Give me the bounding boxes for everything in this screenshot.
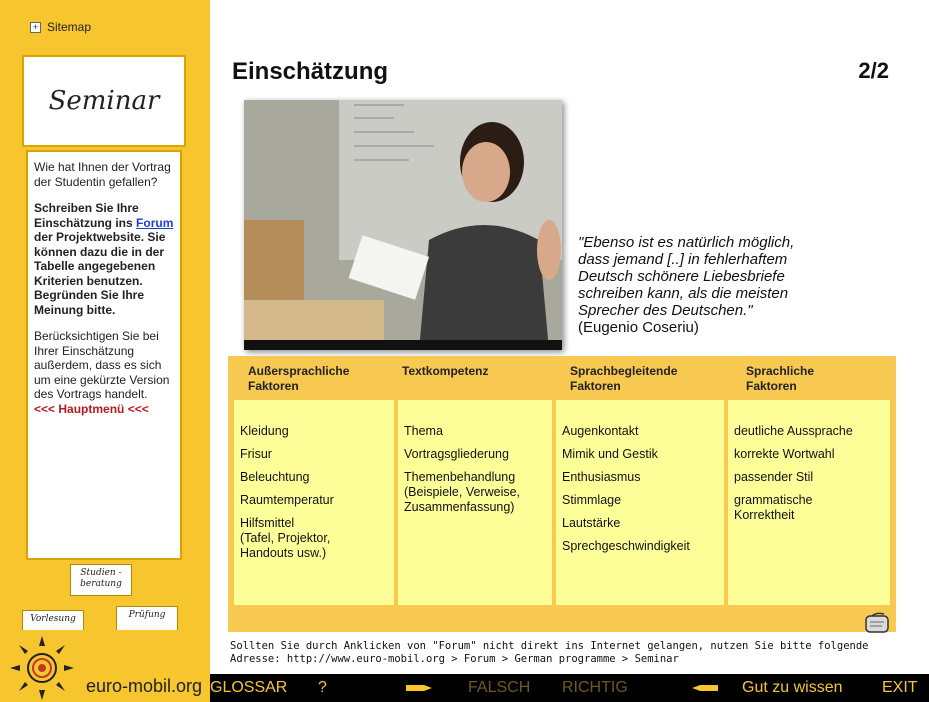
pruefung-label: Prüfung xyxy=(128,610,166,620)
plus-icon: + xyxy=(30,21,41,33)
hauptmenu-link[interactable]: <<< Hauptmenü <<< xyxy=(34,402,174,417)
list-item: Frisur xyxy=(240,447,272,461)
vorlesung-label: Vorlesung xyxy=(30,614,76,624)
table-column-body: Kleidung Frisur Beleuchtung Raumtemperat… xyxy=(234,400,394,605)
seminar-logo: Seminar xyxy=(22,55,186,147)
quote: "Ebenso ist es natürlich möglich, dass j… xyxy=(578,234,878,336)
list-item: Stimmlage xyxy=(562,493,622,507)
studienberatung-button[interactable]: Studien - beratung xyxy=(70,564,132,596)
list-item: Sprechgeschwindigkeit xyxy=(562,539,690,553)
quote-line-1: "Ebenso ist es natürlich möglich, xyxy=(578,234,795,251)
instruction-task: Schreiben Sie Ihre Einschätzung ins Foru… xyxy=(34,201,174,317)
criteria-table: Außersprachliche Faktoren Textkompetenz … xyxy=(228,356,896,632)
page-number: 2/2 xyxy=(858,58,889,83)
list-item: Thema xyxy=(404,424,443,438)
quote-line-5: Sprecher des Deutschen." xyxy=(578,302,753,319)
column-header-line: Textkompetenz xyxy=(402,364,489,378)
column-header-line: Faktoren xyxy=(746,379,797,393)
pruefung-button[interactable]: Prüfung xyxy=(116,606,178,632)
gut-zu-wissen-button[interactable]: Gut zu wissen xyxy=(742,679,842,697)
studienberatung-label-2: beratung xyxy=(80,579,122,589)
column-header: Sprachliche Faktoren xyxy=(746,364,814,394)
list-item: Enthusiasmus xyxy=(562,470,641,484)
instruction-question: Wie hat Ihnen der Vortrag der Studentin … xyxy=(34,160,171,189)
quote-author: (Eugenio Coseriu) xyxy=(578,319,699,336)
list-item: Kleidung xyxy=(240,424,289,438)
column-header-line: Faktoren xyxy=(248,379,299,393)
seminar-title: Seminar xyxy=(48,86,160,116)
sun-logo-icon xyxy=(10,636,74,700)
sitemap-label: Sitemap xyxy=(47,20,92,34)
column-header-line: Außersprachliche xyxy=(248,364,350,378)
list-item: korrekte Wortwahl xyxy=(734,447,835,461)
list-item: Mimik und Gestik xyxy=(562,447,658,461)
list-item: Hilfsmittel (Tafel, Projektor, Handouts … xyxy=(240,516,331,560)
list-item: deutliche Aussprache xyxy=(734,424,853,438)
column-header: Textkompetenz xyxy=(402,364,488,379)
lecture-photo xyxy=(244,100,562,350)
help-button[interactable]: ? xyxy=(318,679,327,697)
column-header: Außersprachliche Faktoren xyxy=(248,364,349,394)
list-item: Lautstärke xyxy=(562,516,621,530)
page-title: Einschätzung xyxy=(232,58,389,85)
quote-line-2: dass jemand [..] in fehlerhaftem xyxy=(578,251,788,268)
list-item: Augenkontakt xyxy=(562,424,639,438)
column-header-line: Sprachliche xyxy=(746,364,815,378)
table-column-body: deutliche Aussprache korrekte Wortwahl p… xyxy=(728,400,890,605)
instructions-panel: Wie hat Ihnen der Vortrag der Studentin … xyxy=(26,150,182,560)
table-column-body: Thema Vortragsgliederung Themenbehandlun… xyxy=(398,400,552,605)
table-column-body: Augenkontakt Mimik und Gestik Enthusiasm… xyxy=(556,400,724,605)
list-item: passender Stil xyxy=(734,470,814,484)
richtig-button[interactable]: RICHTIG xyxy=(562,679,628,697)
notebook-icon[interactable] xyxy=(864,612,892,636)
speaker-image xyxy=(244,100,562,350)
falsch-button[interactable]: FALSCH xyxy=(468,679,530,697)
sitemap-toggle[interactable]: + Sitemap xyxy=(30,20,91,34)
sidebar: + Sitemap Seminar Wie hat Ihnen der Vort… xyxy=(0,0,210,702)
pointing-hand-right-icon[interactable] xyxy=(406,682,434,694)
forum-link[interactable]: Forum xyxy=(136,216,173,230)
list-item: Raumtemperatur xyxy=(240,493,334,507)
column-header-line: Sprachbegleitende xyxy=(570,364,678,378)
quote-line-4: schreiben kann, als die meisten xyxy=(578,285,789,302)
exit-button[interactable]: EXIT xyxy=(882,679,918,697)
column-header-line: Faktoren xyxy=(570,379,621,393)
forum-hint: Sollten Sie durch Anklicken von "Forum" … xyxy=(230,640,920,666)
studienberatung-label-1: Studien - xyxy=(80,568,122,578)
logo-text: euro-mobil.org xyxy=(86,676,203,696)
list-item: grammatische Korrektheit xyxy=(734,493,813,522)
instruction-note: Berücksichtigen Sie bei Ihrer Einschätzu… xyxy=(34,329,170,401)
pointing-hand-left-icon[interactable] xyxy=(690,682,718,694)
vorlesung-button[interactable]: Vorlesung xyxy=(22,610,84,632)
forum-hint-line-2: Adresse: http://www.euro-mobil.org > For… xyxy=(230,653,679,665)
bottom-nav-bar: GLOSSAR ? FALSCH RICHTIG Gut zu wissen E… xyxy=(210,674,929,702)
instruction-task-a: Schreiben Sie Ihre Einschätzung ins xyxy=(34,201,139,230)
list-item: Vortragsgliederung xyxy=(404,447,509,461)
column-header: Sprachbegleitende Faktoren xyxy=(570,364,677,394)
instruction-task-b: der Projektwebsite. Sie können dazu die … xyxy=(34,230,166,317)
glossar-button[interactable]: GLOSSAR xyxy=(210,679,287,697)
quote-line-3: Deutsch schönere Liebesbriefe xyxy=(578,268,785,285)
list-item: Themenbehandlung (Beispiele, Verweise, Z… xyxy=(404,470,521,514)
list-item: Beleuchtung xyxy=(240,470,310,484)
forum-hint-line-1: Sollten Sie durch Anklicken von "Forum" … xyxy=(230,640,869,652)
